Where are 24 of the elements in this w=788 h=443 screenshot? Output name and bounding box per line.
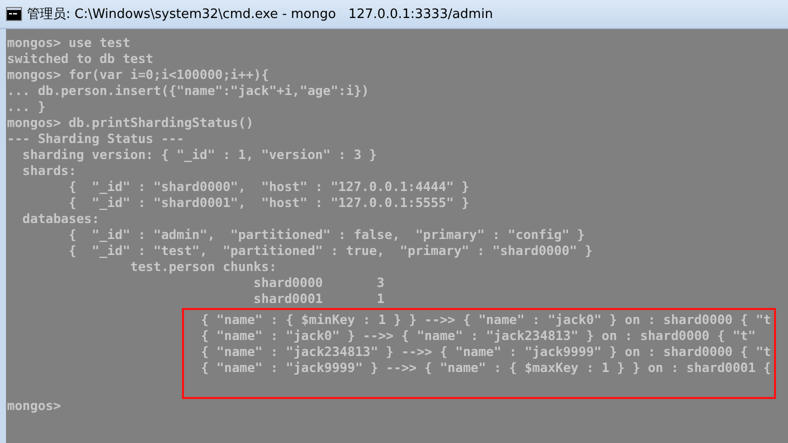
- console-line: --- Sharding Status ---: [7, 132, 184, 148]
- console-line: { "name" : "jack234813" } -->> { "name" : "jack9999" } on : shard0000 { "t: [201, 345, 772, 361]
- console-line: { "_id" : "test", "partitioned" : true, "primary" : "shard0000" }: [68, 244, 593, 260]
- console-line: shard0000 3: [252, 276, 385, 292]
- console-line: { "_id" : "shard0000", "host" : "127.0.0.1:4444" }: [68, 180, 470, 196]
- console-line: shard0001 1: [252, 292, 385, 308]
- console-line: sharding version: { "_id" : 1, "version" : 3 }: [21, 148, 377, 164]
- terminal-icon: [6, 7, 22, 21]
- console-line: shards:: [21, 164, 76, 180]
- console-line: mongos> db.printShardingStatus(): [7, 116, 254, 132]
- console-line: { "_id" : "admin", "partitioned" : false, "primary" : "config" }: [68, 228, 585, 244]
- console-line: { "name" : "jack0" } -->> { "name" : "jack234813" } on : shard0000 { "t": [201, 329, 756, 345]
- console-line: ... db.person.insert({"name":"jack"+i,"age":i}): [7, 84, 370, 100]
- window-title: 管理员: C:\Windows\system32\cmd.exe - mongo 127.0.0.1:3333/admin: [27, 6, 493, 23]
- console-line: { "_id" : "shard0001", "host" : "127.0.0.1:5555" }: [68, 196, 470, 212]
- console-line: ... }: [7, 100, 46, 116]
- console-line: mongos> for(var i=0;i<100000;i++){: [7, 68, 269, 84]
- console-line: mongos> use test: [7, 36, 130, 52]
- console-line: databases:: [21, 212, 100, 228]
- console-prompt: mongos>: [7, 399, 61, 415]
- console-line: { "name" : "jack9999" } -->> { "name" : { $maxKey : 1 } } on : shard0001 {: [201, 361, 772, 377]
- console-line: test.person chunks:: [129, 260, 277, 276]
- console-line: { "name" : { $minKey : 1 } } -->> { "name" : "jack0" } on : shard0000 { "t: [201, 313, 772, 329]
- console-line: switched to db test: [7, 52, 154, 68]
